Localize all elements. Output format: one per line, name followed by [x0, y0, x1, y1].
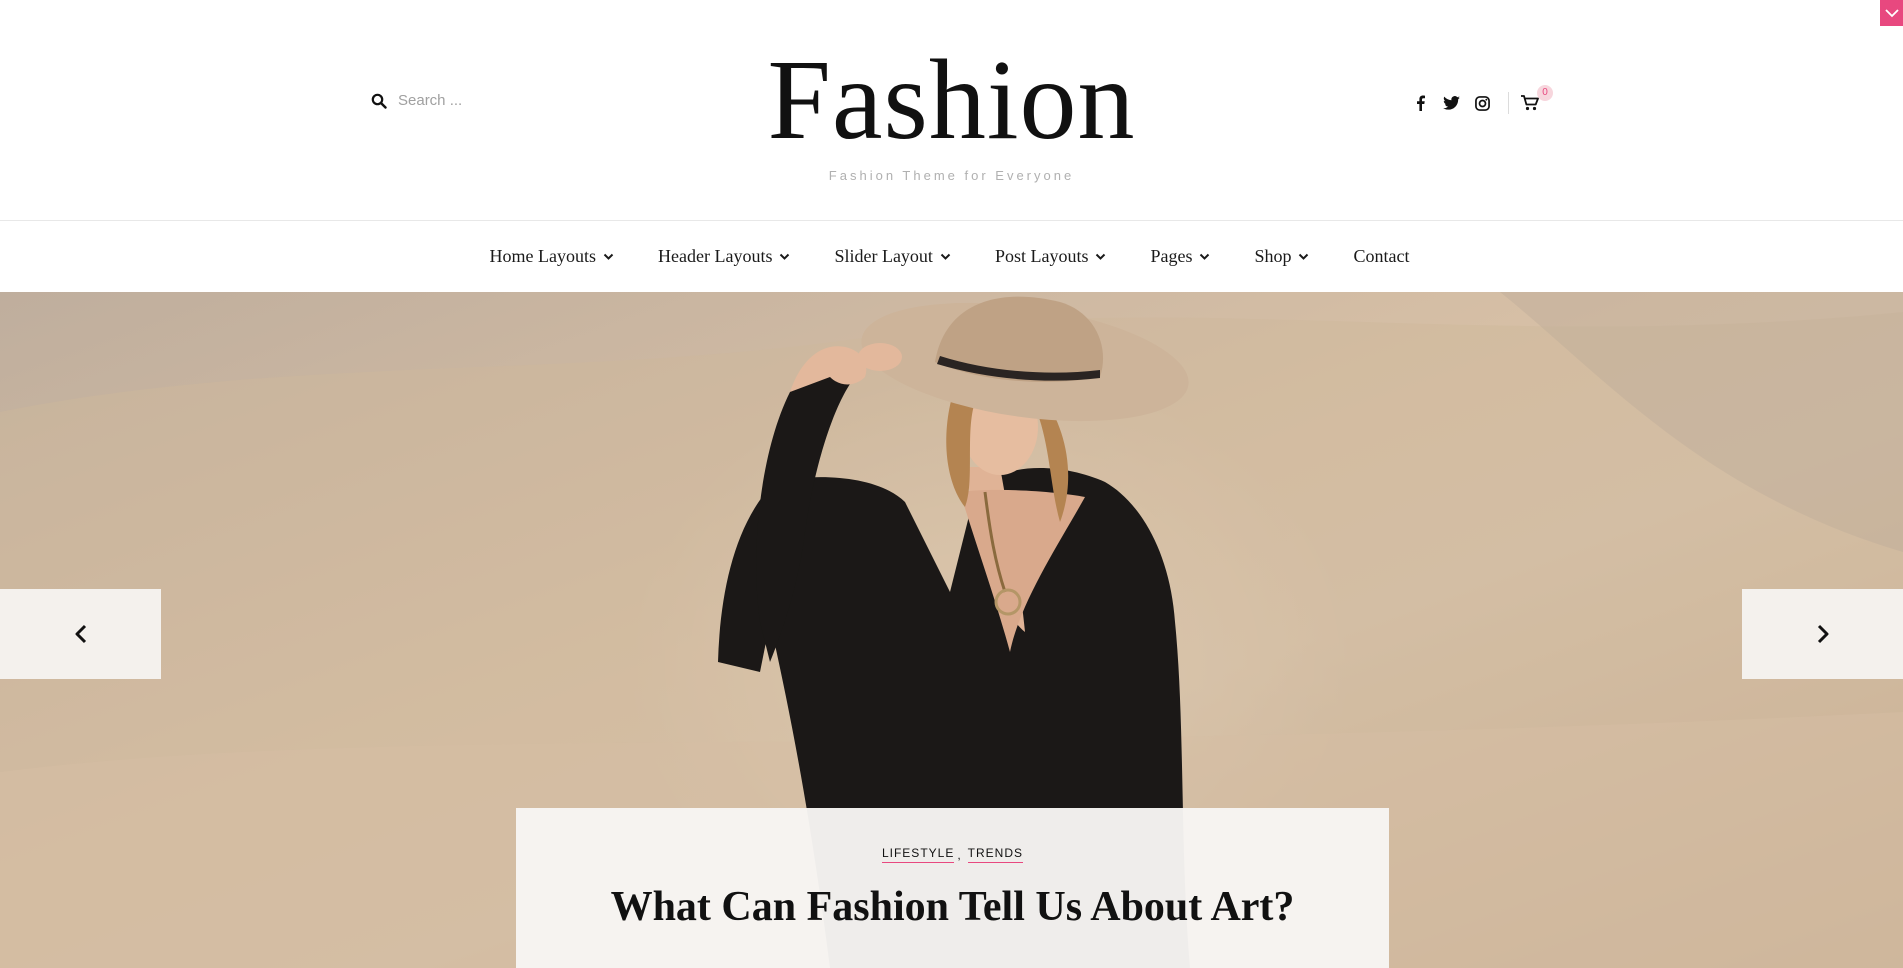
nav-item-label: Shop — [1254, 246, 1292, 266]
chevron-down-icon — [1096, 253, 1106, 260]
nav-item-contact[interactable]: Contact — [1353, 246, 1409, 267]
slider-prev-button[interactable] — [0, 589, 161, 679]
nav-item-post-layouts[interactable]: Post Layouts — [995, 246, 1107, 267]
chevron-down-icon — [1200, 253, 1210, 260]
nav-item-label: Header Layouts — [658, 246, 773, 266]
chevron-down-icon — [603, 253, 614, 260]
nav-item-header-layouts[interactable]: Header Layouts — [658, 246, 790, 267]
category-link-lifestyle[interactable]: LIFESTYLE — [881, 846, 955, 863]
nav-item-label: Contact — [1353, 246, 1410, 266]
chevron-down-icon — [1299, 253, 1309, 260]
nav-item-shop[interactable]: Shop — [1254, 246, 1309, 267]
chevron-down-icon — [780, 253, 790, 260]
post-categories: LIFESTYLE , TRENDS — [516, 846, 1389, 863]
nav-item-label: Pages — [1150, 246, 1193, 266]
nav-menu: Home Layouts Header Layouts Slider Layout P… — [468, 246, 1432, 267]
facebook-icon[interactable] — [1410, 93, 1430, 113]
nav-item-pages[interactable]: Pages — [1150, 246, 1210, 267]
site-title[interactable]: Fashion — [0, 36, 1903, 164]
instagram-icon[interactable] — [1472, 93, 1492, 113]
cart-button[interactable]: 0 — [1521, 85, 1553, 113]
social-divider — [1508, 92, 1509, 114]
chevron-down-icon — [940, 253, 951, 260]
chevron-right-icon — [1817, 624, 1828, 644]
shopping-cart-icon — [1521, 95, 1539, 111]
main-navigation: Home Layouts Header Layouts Slider Layout P… — [0, 220, 1903, 292]
hero-slider: LIFESTYLE , TRENDS What Can Fashion Tell… — [0, 292, 1903, 968]
category-link-trends[interactable]: TRENDS — [967, 846, 1024, 863]
nav-item-label: Slider Layout — [834, 246, 933, 266]
nav-item-slider-layout[interactable]: Slider Layout — [834, 246, 951, 267]
nav-item-label: Post Layouts — [994, 246, 1089, 266]
cart-count-badge: 0 — [1537, 85, 1553, 101]
social-links: 0 — [1410, 85, 1553, 114]
twitter-icon[interactable] — [1441, 93, 1461, 113]
nav-item-label: Home Layouts — [489, 246, 596, 266]
slider-next-button[interactable] — [1742, 589, 1903, 679]
nav-item-home-layouts[interactable]: Home Layouts — [490, 246, 614, 267]
site-header: Fashion Fashion Theme for Everyone 0 — [0, 0, 1903, 220]
post-title[interactable]: What Can Fashion Tell Us About Art? — [516, 883, 1389, 931]
category-separator: , — [957, 847, 962, 862]
chevron-left-icon — [75, 624, 86, 644]
slide-caption: LIFESTYLE , TRENDS What Can Fashion Tell… — [516, 808, 1389, 968]
site-tagline: Fashion Theme for Everyone — [828, 168, 1075, 183]
site-branding: Fashion Fashion Theme for Everyone — [0, 36, 1903, 183]
